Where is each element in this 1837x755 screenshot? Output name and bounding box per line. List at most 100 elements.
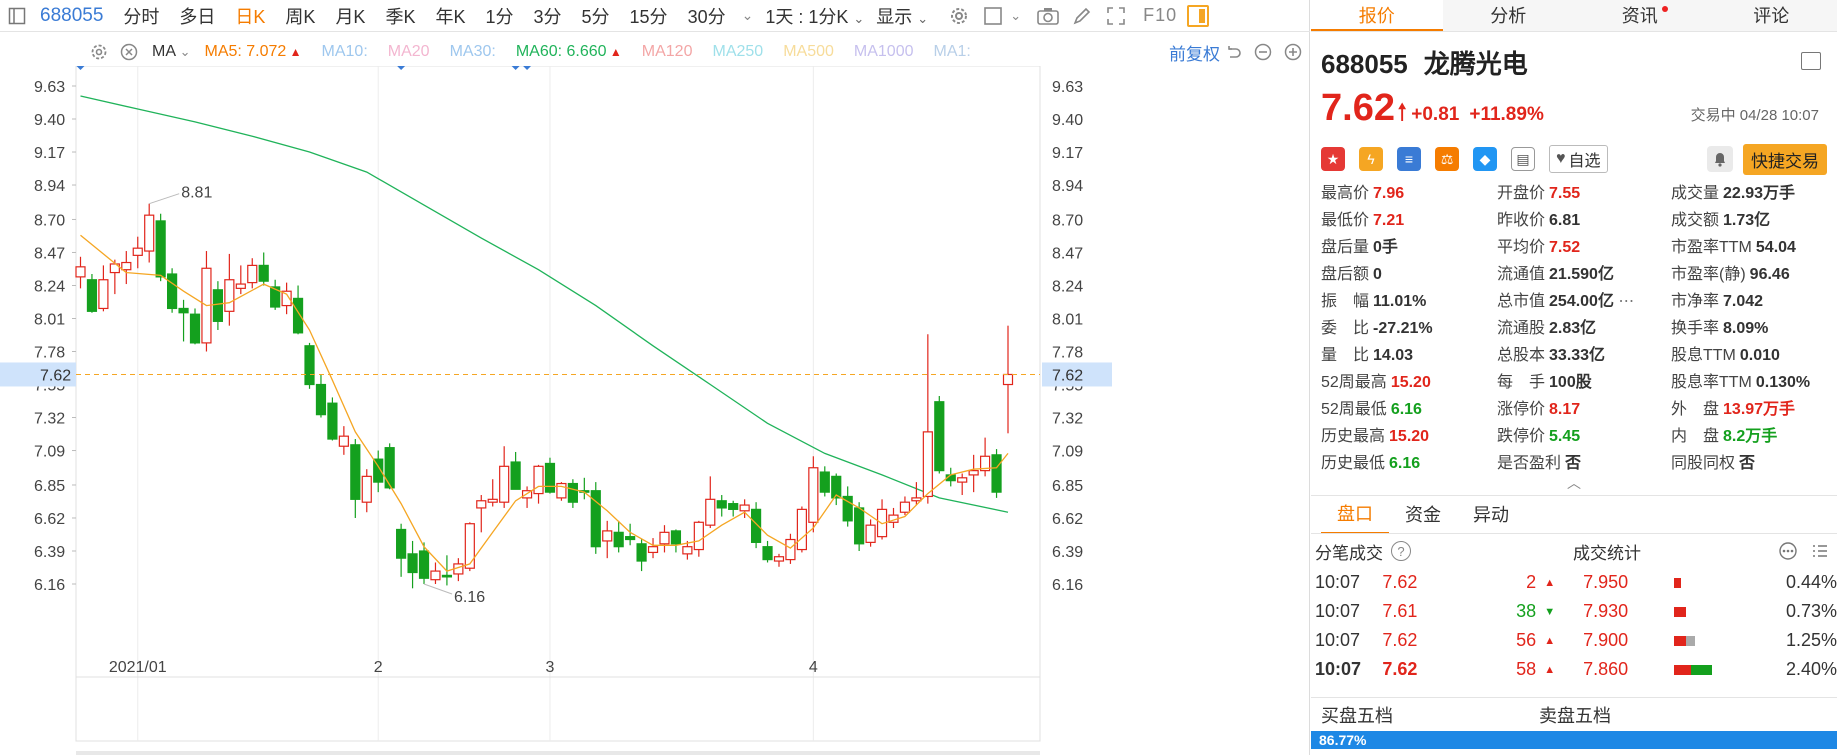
help-icon[interactable]: ? <box>1391 541 1411 561</box>
candle-body[interactable] <box>247 264 258 284</box>
candle-body[interactable] <box>476 500 487 509</box>
ma-settings-icon[interactable] <box>88 41 110 63</box>
ma-close-icon[interactable] <box>118 41 140 63</box>
sidebar-toggle-icon[interactable] <box>4 3 30 29</box>
list-detail-icon[interactable] <box>1809 540 1831 562</box>
candle-body[interactable] <box>86 279 98 312</box>
candle-body[interactable] <box>785 538 796 561</box>
candle-body[interactable] <box>418 550 430 579</box>
candle-body[interactable] <box>991 454 1002 493</box>
candle-body[interactable] <box>957 477 968 483</box>
lightning-icon[interactable]: ϟ <box>1359 147 1383 171</box>
candle-body[interactable] <box>796 508 807 551</box>
period-tab[interactable]: 1分 <box>475 3 523 29</box>
period-more-icon[interactable]: ⌄ <box>736 7 760 24</box>
balance-scale-icon[interactable]: ⚖ <box>1435 147 1459 171</box>
candle-body[interactable] <box>430 570 441 581</box>
period-tab[interactable]: 日K <box>225 3 275 29</box>
interval-selector[interactable]: 1天 : 1分K ⌄ <box>759 3 870 29</box>
zoom-out-icon[interactable] <box>1252 41 1274 63</box>
f10-button[interactable]: F10 <box>1143 5 1177 26</box>
scroll-strip[interactable] <box>76 751 1040 755</box>
candle-body[interactable] <box>716 500 727 509</box>
candle-body[interactable] <box>396 528 407 559</box>
candle-body[interactable] <box>441 574 453 578</box>
period-tab[interactable]: 30分 <box>678 3 736 29</box>
candle-body[interactable] <box>865 524 876 543</box>
panel-toggle-icon[interactable] <box>1187 4 1210 27</box>
candle-body[interactable] <box>144 214 155 252</box>
candle-body[interactable] <box>487 498 498 503</box>
candle-body[interactable] <box>98 279 109 310</box>
candle-body[interactable] <box>167 273 178 310</box>
ma-legend-item[interactable]: MA20 <box>388 43 430 61</box>
candle-body[interactable] <box>189 313 201 344</box>
candle-body[interactable] <box>544 462 556 493</box>
period-tab[interactable]: 分时 <box>113 3 169 29</box>
ma-legend-item[interactable]: MA1000 <box>854 43 914 61</box>
panel-tab[interactable]: 资讯 <box>1574 0 1706 31</box>
candle-body[interactable] <box>499 465 510 503</box>
candle-body[interactable] <box>464 523 475 569</box>
zoom-in-icon[interactable] <box>1282 41 1304 63</box>
database-icon[interactable]: ≡ <box>1397 147 1421 171</box>
period-tab[interactable]: 多日 <box>169 3 225 29</box>
candle-body[interactable] <box>899 501 911 513</box>
candle-body[interactable] <box>693 521 704 551</box>
pencil-draw-icon[interactable] <box>1069 3 1095 29</box>
ma-legend-item[interactable]: MA30: <box>450 43 496 61</box>
candle-body[interactable] <box>808 467 819 523</box>
ma-legend-item[interactable]: MA500 <box>783 43 834 61</box>
candle-body[interactable] <box>1002 373 1014 386</box>
candle-body[interactable] <box>178 307 189 314</box>
candle-body[interactable] <box>327 402 338 440</box>
candle-body[interactable] <box>934 401 945 472</box>
sub-tab[interactable]: 盘口 <box>1321 496 1389 534</box>
ma-legend-item[interactable]: MA60: 6.660 ▲ <box>516 43 622 61</box>
period-tab[interactable]: 周K <box>275 3 325 29</box>
candle-body[interactable] <box>682 546 693 555</box>
ma-legend-item[interactable]: MA120 <box>642 43 693 61</box>
candle-body[interactable] <box>212 289 224 322</box>
candle-body[interactable] <box>407 553 418 574</box>
candle-body[interactable] <box>613 531 624 548</box>
candle-body[interactable] <box>121 261 132 271</box>
candle-body[interactable] <box>132 247 143 256</box>
period-tab[interactable]: 15分 <box>620 3 678 29</box>
note-icon[interactable]: ▤ <box>1511 147 1535 171</box>
period-tab[interactable]: 季K <box>375 3 425 29</box>
candle-body[interactable] <box>350 444 361 500</box>
candle-body[interactable] <box>304 345 315 386</box>
candle-body[interactable] <box>968 470 979 476</box>
sub-tab[interactable]: 异动 <box>1457 497 1525 533</box>
candle-body[interactable] <box>258 264 269 282</box>
fullscreen-icon[interactable] <box>1103 3 1129 29</box>
ma-legend-item[interactable]: MA5: 7.072 ▲ <box>204 43 301 61</box>
candle-body[interactable] <box>854 507 865 545</box>
candle-body[interactable] <box>819 471 830 493</box>
candle-body[interactable] <box>911 497 922 502</box>
candle-body[interactable] <box>315 383 327 416</box>
panel-tab[interactable]: 报价 <box>1311 0 1443 31</box>
collapse-caret-icon[interactable]: ︿ <box>1311 476 1837 493</box>
add-watchlist-button[interactable]: ♥ 自选 <box>1549 145 1608 173</box>
undo-icon[interactable] <box>1222 41 1244 63</box>
tag-icon[interactable]: ◆ <box>1473 147 1497 171</box>
candle-body[interactable] <box>292 297 304 334</box>
period-tab[interactable]: 3分 <box>524 3 572 29</box>
candle-body[interactable] <box>510 461 521 490</box>
candle-body[interactable] <box>670 530 682 545</box>
display-selector[interactable]: 显示 ⌄ <box>870 3 934 29</box>
candle-body[interactable] <box>739 504 750 512</box>
alert-bell-icon[interactable] <box>1707 146 1733 172</box>
more-options-icon[interactable] <box>1777 540 1799 562</box>
candle-body[interactable] <box>625 536 636 541</box>
camera-icon[interactable] <box>1035 3 1061 29</box>
candle-body[interactable] <box>224 279 235 312</box>
period-tab[interactable]: 年K <box>425 3 475 29</box>
candle-body[interactable] <box>235 283 246 289</box>
china-flag-icon[interactable]: ★ <box>1321 147 1345 171</box>
candle-body[interactable] <box>659 531 670 545</box>
period-tab[interactable]: 5分 <box>572 3 620 29</box>
candle-body[interactable] <box>773 556 785 562</box>
